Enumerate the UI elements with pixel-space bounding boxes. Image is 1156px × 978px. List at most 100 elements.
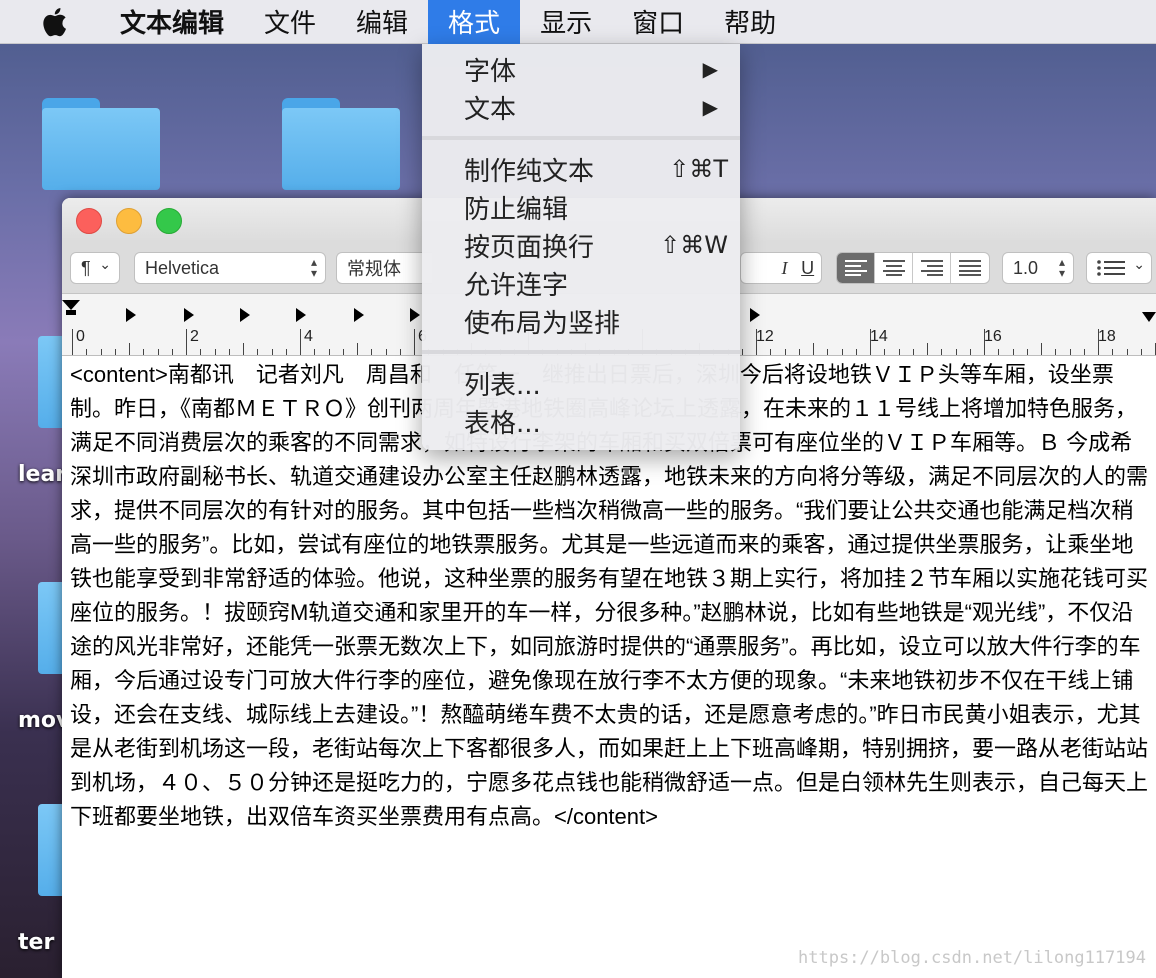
ruler-label: 12	[756, 328, 774, 345]
line-spacing-value: 1.0	[1013, 257, 1039, 278]
tab-stop-icon[interactable]	[410, 308, 420, 322]
ruler-label: 16	[984, 328, 1002, 345]
ruler-label: 14	[870, 328, 888, 345]
desktop-folder-icon[interactable]	[38, 582, 62, 674]
italic-button[interactable]: I	[781, 258, 787, 279]
align-center-button[interactable]	[875, 253, 913, 283]
menu-help[interactable]: 帮助	[704, 0, 796, 44]
ruler-label: 18	[1098, 328, 1116, 345]
alignment-group	[836, 252, 990, 284]
menu-item-label: 文本	[464, 94, 517, 125]
right-margin-icon[interactable]	[1142, 312, 1156, 322]
menu-item-prevent-editing[interactable]: 防止编辑	[422, 188, 740, 226]
stepper-icon: ▴ ▾	[1058, 255, 1065, 280]
ruler-tick	[884, 349, 886, 355]
menu-item-make-plain-text[interactable]: 制作纯文本 ⇧⌘T	[422, 150, 740, 188]
menu-bar: 文本编辑 文件 编辑 格式 显示 窗口 帮助	[0, 0, 1156, 44]
apple-icon	[43, 7, 66, 36]
desktop-folder-label: ter	[18, 930, 55, 955]
ruler-tick	[300, 329, 301, 355]
line-spacing-select[interactable]: 1.0 ▴ ▾	[1002, 252, 1074, 284]
text-style-group: I U	[740, 252, 822, 284]
tab-stop-icon[interactable]	[184, 308, 194, 322]
tab-stop-icon[interactable]	[126, 308, 136, 322]
ruler-label: 0	[76, 328, 85, 345]
list-bullets-button[interactable]: ⌄	[1086, 252, 1152, 284]
submenu-arrow-icon: ▶	[702, 95, 718, 119]
desktop-folder-icon[interactable]	[42, 98, 160, 190]
ruler-label: 2	[190, 328, 199, 345]
ruler-tick	[998, 349, 1000, 355]
align-justify-button[interactable]	[951, 253, 989, 283]
menu-item-table[interactable]: 表格...	[422, 402, 740, 440]
menu-format[interactable]: 格式	[428, 0, 521, 44]
menu-item-text[interactable]: 文本 ▶	[422, 88, 740, 126]
underline-button[interactable]: U	[801, 258, 814, 279]
menu-item-label: 防止编辑	[464, 194, 569, 225]
menu-item-label: 列表...	[464, 370, 541, 401]
menu-item-vertical-layout[interactable]: 使布局为竖排	[422, 302, 740, 340]
ruler-tick	[1083, 349, 1085, 355]
align-right-button[interactable]	[913, 253, 951, 283]
desktop-folder-icon[interactable]	[282, 98, 400, 190]
ruler-tick	[243, 343, 244, 355]
ruler-tick	[1098, 329, 1099, 355]
align-left-icon	[844, 260, 867, 276]
ruler-tick	[328, 349, 330, 355]
ruler-tick	[984, 329, 985, 355]
tab-stop-icon[interactable]	[354, 308, 364, 322]
desktop-folder-icon[interactable]	[38, 336, 62, 428]
ruler-tick	[186, 329, 187, 355]
tab-stop-icon[interactable]	[296, 308, 306, 322]
tab-stop-icon[interactable]	[750, 308, 760, 322]
ruler-tick	[157, 349, 159, 355]
align-left-button[interactable]	[837, 253, 875, 283]
ruler-tick	[898, 349, 900, 355]
first-line-indent-icon[interactable]	[66, 310, 76, 315]
menu-app-name[interactable]: 文本编辑	[100, 0, 244, 44]
ruler-tick	[371, 349, 373, 355]
menu-item-allow-hyphenation[interactable]: 允许连字	[422, 264, 740, 302]
font-family-select[interactable]: Helvetica ▴ ▾	[134, 252, 326, 284]
paragraph-icon: ¶	[81, 257, 91, 278]
menu-window[interactable]: 窗口	[612, 0, 704, 44]
watermark: https://blog.csdn.net/lilong117194	[798, 948, 1146, 968]
menu-edit[interactable]: 编辑	[336, 0, 428, 44]
ruler-tick	[756, 329, 757, 355]
menu-item-shortcut: ⇧⌘W	[660, 231, 728, 259]
ruler-tick	[399, 349, 401, 355]
indent-marker-icon[interactable]	[62, 300, 80, 310]
menu-item-label: 字体	[464, 56, 517, 87]
menu-item-list[interactable]: 列表...	[422, 364, 740, 402]
minimize-button[interactable]	[116, 208, 142, 234]
menu-separator	[422, 350, 740, 354]
ruler-tick	[285, 349, 287, 355]
ruler-tick	[271, 349, 273, 355]
ruler-tick	[1041, 343, 1042, 355]
apple-menu[interactable]	[30, 0, 78, 44]
menu-item-label: 允许连字	[464, 270, 569, 301]
ruler-tick	[841, 349, 843, 355]
close-button[interactable]	[76, 208, 102, 234]
ruler-tick	[342, 349, 344, 355]
menu-item-font[interactable]: 字体 ▶	[422, 50, 740, 88]
menu-file[interactable]: 文件	[244, 0, 336, 44]
desktop-folder-icon[interactable]	[38, 804, 62, 896]
ruler-tick	[171, 349, 173, 355]
menu-view[interactable]: 显示	[520, 0, 612, 44]
menu-item-label: 按页面换行	[464, 232, 595, 263]
tab-stop-icon[interactable]	[240, 308, 250, 322]
ruler-tick	[257, 349, 259, 355]
ruler-tick	[798, 349, 800, 355]
ruler-tick	[1012, 349, 1014, 355]
ruler-tick	[414, 329, 415, 355]
font-style-value: 常规体	[347, 259, 401, 279]
zoom-button[interactable]	[156, 208, 182, 234]
align-right-icon	[920, 260, 943, 276]
font-style-select[interactable]: 常规体	[336, 252, 432, 284]
ruler-tick	[214, 349, 216, 355]
font-family-value: Helvetica	[145, 257, 220, 278]
menu-item-wrap-to-page[interactable]: 按页面换行 ⇧⌘W	[422, 226, 740, 264]
paragraph-styles-button[interactable]: ¶ ⌄	[70, 252, 120, 284]
ruler-tick	[72, 329, 73, 355]
